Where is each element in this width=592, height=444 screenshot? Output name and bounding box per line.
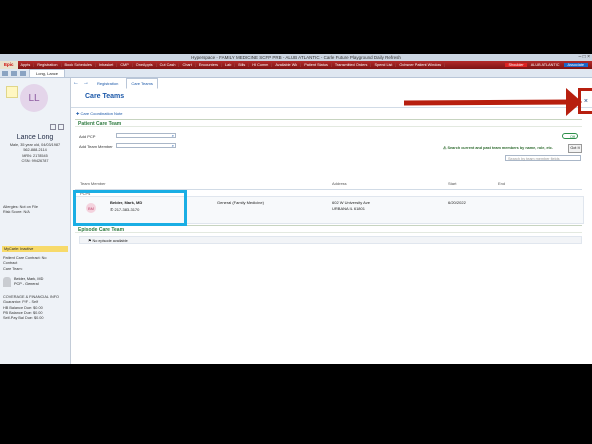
workspace-tab-bar: Long, Lance: [0, 69, 592, 78]
storyboard-icons: [50, 124, 64, 130]
close-window-button[interactable]: ×: [587, 54, 590, 60]
pcp-photo-icon: [3, 277, 11, 287]
red-arrow-annotation: [403, 99, 573, 106]
window-title-bar: Hyperspace - FAMILY MEDICINE SCFP PRB - …: [0, 54, 592, 61]
menu-item-cut-cash[interactable]: Cut Cash: [157, 63, 180, 67]
got-it-button[interactable]: Got It: [568, 144, 582, 153]
coverage-block: COVERAGE & FINANCIAL INFO Guarantor: P/F…: [3, 295, 59, 321]
menu-item-encounters[interactable]: Encounters: [196, 63, 222, 67]
show-past-toggle[interactable]: Off: [562, 133, 578, 139]
patient-storyboard: LL Lance Long Male, 35 year old, 04/03/1…: [0, 78, 71, 364]
episode-care-team-header: Episode Care Team: [75, 225, 582, 233]
episode-empty-text: No episode available: [92, 239, 128, 243]
menu-item-appts[interactable]: Appts: [18, 63, 35, 67]
sticky-note-icon[interactable]: [6, 86, 18, 98]
column-address[interactable]: Address: [332, 181, 347, 186]
chart-icon[interactable]: [20, 70, 26, 76]
menu-item-transmitted-orders[interactable]: Transmitted Orders: [332, 63, 372, 67]
self-pay-balance-text: Self-Pay Bal Due: $0.00: [3, 316, 44, 321]
menu-item-patient-window[interactable]: Ochsner Patient Window: [396, 63, 446, 67]
sidebar-pcp[interactable]: Belder, Mark, MD PCP - General: [3, 277, 43, 287]
add-pcp-input[interactable]: ⌕: [116, 133, 176, 138]
mycarle-status-badge[interactable]: MyCarle: Inactive: [2, 246, 68, 252]
search-hint-text: ⚠ Search current and past team members b…: [443, 146, 553, 150]
environment-badge: Shoulder: [505, 63, 527, 67]
risk-score-text: Risk Score: N/A: [3, 210, 30, 215]
care-contract-block: Patient Care Contract: No Contract Care …: [3, 256, 46, 272]
member-address-line-2: URBANA IL 61801: [332, 206, 365, 211]
window-controls: – □ ×: [578, 54, 590, 61]
menu-item-chart[interactable]: Chart: [179, 63, 196, 67]
patient-workspace-tab[interactable]: Long, Lance: [29, 69, 66, 77]
menu-item-registration[interactable]: Registration: [34, 63, 62, 67]
menu-item-patient-status[interactable]: Patient Status: [301, 63, 332, 67]
home-icon[interactable]: [2, 70, 8, 76]
patient-csn: CSN: 99426787: [21, 158, 49, 163]
menu-item-lab[interactable]: Lab: [222, 63, 236, 67]
divider: [71, 107, 592, 108]
column-team-member[interactable]: Team Member: [80, 181, 106, 186]
member-specialty: General (Family Medicine): [217, 200, 264, 205]
menu-item-inbasket[interactable]: Inbasket: [96, 63, 118, 67]
team-member-filter-input[interactable]: Search by team member fields: [505, 155, 581, 161]
highlight-annotation: [73, 190, 187, 226]
column-end[interactable]: End: [498, 181, 505, 186]
user-button[interactable]: Associate: [563, 63, 588, 67]
menu-item-available-wk[interactable]: Available Wk: [272, 63, 302, 67]
maximize-button[interactable]: □: [583, 54, 586, 60]
patient-name[interactable]: Lance Long: [0, 134, 70, 141]
patient-avatar: LL: [20, 84, 48, 112]
add-pcp-label: Add PCP: [79, 134, 96, 139]
department-label: ALUB ATLANTIC: [530, 63, 560, 67]
search-icon[interactable]: ⌕: [172, 143, 174, 148]
menubar-right: Shoulder ALUB ATLANTIC Associate: [505, 63, 592, 67]
menu-item-hi-comm[interactable]: HI Comm: [249, 63, 273, 67]
member-address-line-1: 602 W University Ave: [332, 200, 370, 205]
menu-item-spend-list[interactable]: Spend List: [371, 63, 397, 67]
epic-menubar: Epic Appts Registration Book Schedules I…: [0, 61, 592, 69]
coordination-note-label: Care Coordination Note: [80, 111, 123, 116]
menu-item-oneappts[interactable]: OneAppts: [133, 63, 157, 67]
schedule-icon[interactable]: [11, 70, 17, 76]
sidebar-pcp-role: PCP - General: [14, 282, 39, 286]
page-title: Care Teams: [85, 93, 125, 100]
add-team-member-input[interactable]: ⌕: [116, 143, 176, 148]
photo-icon[interactable]: [50, 124, 56, 130]
search-icon[interactable]: ⌕: [172, 133, 174, 138]
minimize-button[interactable]: –: [578, 54, 581, 60]
allergies-block: Allergies: Not on File Risk Score: N/A: [3, 205, 38, 216]
member-start-date: 6/20/2022: [448, 200, 466, 205]
menu-item-cmp[interactable]: CMP: [117, 63, 133, 67]
close-callout-annotation: [578, 88, 592, 114]
menu-item-book-schedules[interactable]: Book Schedules: [62, 63, 96, 67]
patient-care-team-header: Patient Care Team: [75, 119, 582, 127]
menu-item-bills[interactable]: Bills: [235, 63, 250, 67]
care-team-label[interactable]: Care Team:: [3, 267, 46, 272]
care-coordination-note-link[interactable]: ✚ Care Coordination Note: [76, 111, 123, 116]
epic-button[interactable]: Epic: [0, 61, 18, 69]
window-title: Hyperspace - FAMILY MEDICINE SCFP PRB - …: [191, 55, 401, 60]
search-hint-label: Search current and past team members by …: [447, 146, 553, 150]
edit-icon[interactable]: [58, 124, 64, 130]
column-start[interactable]: Start: [448, 181, 456, 186]
add-team-member-label: Add Team Member: [79, 144, 113, 149]
patient-demographics: Male, 35 year old, 04/03/1987 562-888-21…: [0, 143, 70, 164]
episode-empty-message: ⚑ No episode available: [79, 236, 582, 244]
